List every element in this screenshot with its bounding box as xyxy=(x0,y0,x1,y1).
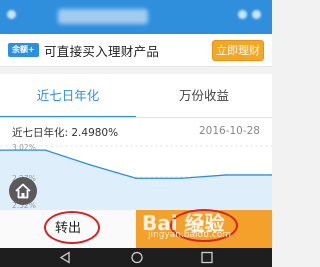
tab-seven-day-yield[interactable]: 近七日年化 xyxy=(0,74,136,118)
home-icon xyxy=(15,183,31,199)
yield-area xyxy=(0,150,272,210)
data-point xyxy=(225,174,228,176)
yield-chart: 3.02%2.27%2.52% xyxy=(0,143,272,210)
back-icon[interactable] xyxy=(58,251,72,264)
data-point xyxy=(89,164,92,166)
transfer-out-button[interactable]: 转出 xyxy=(0,210,136,248)
tab-bar: 近七日年化 万份收益 xyxy=(0,74,272,118)
y-tick-label: 3.02% xyxy=(12,143,36,152)
floating-home-button[interactable] xyxy=(9,177,37,205)
data-point xyxy=(135,177,137,180)
title-bar xyxy=(0,0,272,34)
seven-day-rate-label: 近七日年化: 2.4980% xyxy=(12,127,119,139)
transfer-in-button[interactable]: 转入 xyxy=(136,210,272,248)
blurred-back-icon[interactable] xyxy=(7,10,16,19)
promo-banner: 余额+ 可直接买入理财产品 立即理财 xyxy=(0,34,272,67)
data-point xyxy=(180,177,183,180)
promo-text: 可直接买入理财产品 xyxy=(44,44,160,59)
blurred-title xyxy=(58,9,148,24)
blurred-menu-icon[interactable] xyxy=(238,10,247,19)
blurred-menu-icon-2[interactable] xyxy=(252,10,261,19)
data-point xyxy=(44,149,47,151)
system-nav-bar xyxy=(0,248,272,267)
home-circle-icon[interactable] xyxy=(130,251,144,264)
chart-date: 2016-10-28 xyxy=(198,125,260,137)
buy-now-button[interactable]: 立即理财 xyxy=(212,40,264,61)
chart-panel: 近七日年化: 2.4980% 2016-10-28 3.02%2.27%2.52… xyxy=(0,118,272,210)
tab-per-ten-thousand-income[interactable]: 万份收益 xyxy=(136,74,272,118)
bottom-action-bar: 转出 转入 xyxy=(0,210,272,248)
recent-apps-icon[interactable] xyxy=(200,251,214,264)
yeb-badge: 余额+ xyxy=(8,43,39,57)
